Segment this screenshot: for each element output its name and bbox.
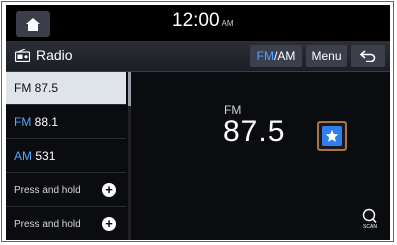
radio-screen: 12:00 AM Radio FM/AM Menu FM 87.5 FM 88.… (6, 5, 390, 240)
fm-label: FM (256, 49, 274, 63)
back-arrow-icon (360, 50, 376, 62)
preset-label: AM 531 (14, 149, 55, 163)
preset-frequency: 531 (35, 149, 56, 163)
menu-button[interactable]: Menu (306, 45, 347, 67)
radio-icon (15, 49, 30, 62)
press-and-hold-label: Press and hold (14, 219, 81, 230)
preset-scrollbar[interactable] (128, 72, 131, 240)
page-title: Radio (36, 47, 73, 63)
preset-item[interactable]: AM 531 (6, 140, 126, 173)
favorite-button[interactable] (317, 121, 347, 151)
frame: 12:00 AM Radio FM/AM Menu FM 87.5 FM 88.… (1, 1, 394, 242)
home-icon (26, 17, 40, 31)
preset-label: FM 87.5 (14, 81, 58, 95)
back-button[interactable] (351, 45, 385, 67)
fm-am-button[interactable]: FM/AM (250, 45, 302, 67)
scan-icon (362, 208, 377, 224)
preset-empty-slot[interactable]: Press and hold + (6, 174, 126, 207)
press-and-hold-label: Press and hold (14, 185, 81, 196)
preset-band: FM (14, 81, 32, 95)
scan-label: SCAN (363, 224, 377, 230)
star-icon (325, 129, 339, 142)
status-bar: 12:00 AM (6, 5, 390, 41)
preset-band: FM (14, 115, 32, 129)
am-label: /AM (273, 49, 296, 63)
preset-empty-slot[interactable]: Press and hold + (6, 208, 126, 240)
current-frequency: 87.5 (223, 115, 286, 148)
favorite-inner (322, 126, 342, 146)
plus-icon: + (102, 217, 116, 231)
clock-ampm: AM (221, 19, 234, 28)
preset-list: FM 87.5 FM 88.1 AM 531 Press and hold + … (6, 72, 130, 240)
preset-item[interactable]: FM 87.5 (6, 72, 126, 105)
scan-button[interactable]: SCAN (360, 208, 380, 232)
clock: 12:00 AM (172, 10, 234, 32)
clock-time: 12:00 (172, 10, 220, 31)
preset-frequency: 87.5 (34, 81, 59, 95)
preset-frequency: 88.1 (34, 115, 59, 129)
scroll-thumb[interactable] (128, 72, 131, 106)
preset-item[interactable]: FM 88.1 (6, 106, 126, 139)
home-button[interactable] (16, 11, 50, 37)
plus-icon: + (102, 183, 116, 197)
title-bar: Radio FM/AM Menu (6, 41, 390, 72)
preset-label: FM 88.1 (14, 115, 58, 129)
preset-band: AM (14, 149, 32, 163)
